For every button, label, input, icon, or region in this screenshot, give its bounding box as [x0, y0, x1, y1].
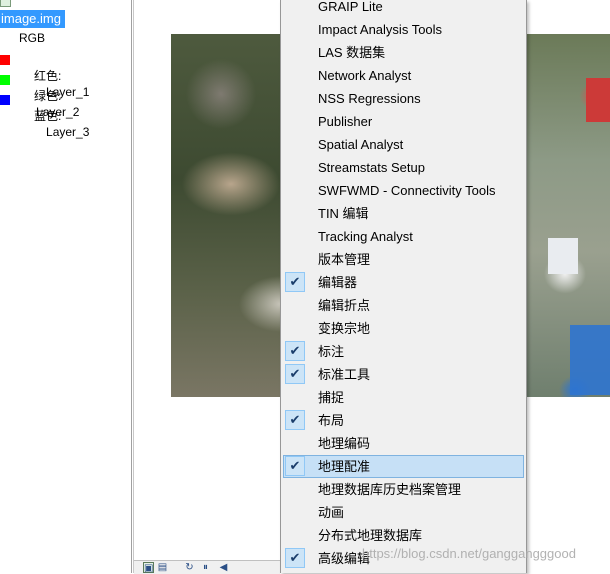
menu-item-label: SWFWMD - Connectivity Tools	[318, 183, 496, 198]
renderer-label: RGB	[19, 31, 46, 45]
checkmark-icon: ✔	[285, 456, 305, 476]
menu-item-label: GRAIP Lite	[318, 0, 383, 14]
menu-item[interactable]: 版本管理	[283, 248, 524, 271]
menu-item-label: TIN 编辑	[318, 206, 369, 221]
menu-item-label: 动画	[318, 505, 345, 520]
menu-item[interactable]: Network Analyst	[283, 64, 524, 87]
menu-item[interactable]: LAS 数据集	[283, 41, 524, 64]
menu-item-label: LAS 数据集	[318, 45, 386, 60]
menu-item-label: Spatial Analyst	[318, 137, 404, 152]
menu-item-label: 变换宗地	[318, 321, 371, 336]
menu-item[interactable]: ✔ 编辑器	[283, 271, 524, 294]
layer-name-selected[interactable]: image.img	[0, 10, 65, 28]
refresh-icon[interactable]: ↻	[184, 562, 195, 573]
checkmark-icon: ✔	[285, 548, 305, 568]
band-label: 蓝色:	[34, 109, 62, 123]
menu-item[interactable]: 地理编码	[283, 432, 524, 455]
toc-divider[interactable]	[131, 0, 132, 573]
menu-item[interactable]: ✔ 布局	[283, 409, 524, 432]
toolbars-menu: GRAIP Lite Impact Analysis Tools LAS 数据集 Ne…	[280, 0, 527, 573]
band-row-blue: 蓝色: Layer_3	[0, 92, 89, 139]
view-toolbar: ▣ ▤ ↻ ⏸ ◀	[134, 560, 280, 574]
pause-icon[interactable]: ⏸	[200, 562, 211, 573]
menu-item[interactable]: Streamstats Setup	[283, 156, 524, 179]
menu-item[interactable]: TIN 编辑	[283, 202, 524, 225]
menu-item-label: Streamstats Setup	[318, 160, 425, 175]
band-row-red: 红色: Layer_1	[0, 52, 89, 99]
menu-item-label: Impact Analysis Tools	[318, 22, 443, 37]
checkmark-icon: ✔	[285, 272, 305, 292]
checkmark-icon: ✔	[285, 341, 305, 361]
red-swatch	[0, 55, 10, 65]
white-building	[548, 238, 578, 274]
green-swatch	[0, 75, 10, 85]
checkmark-icon: ✔	[285, 410, 305, 430]
layer-visibility-checkbox[interactable]	[0, 0, 11, 7]
menu-item[interactable]: 地理数据库历史档案管理	[283, 478, 524, 501]
menu-item-label: Tracking Analyst	[318, 229, 413, 244]
menu-item-label: 捕捉	[318, 390, 345, 405]
menu-item[interactable]: 捕捉	[283, 386, 524, 409]
menu-item-label: 地理数据库历史档案管理	[318, 482, 462, 497]
menu-item[interactable]: 分布式地理数据库	[283, 524, 524, 547]
menu-item-label: NSS Regressions	[318, 91, 421, 106]
menu-item-label: Publisher	[318, 114, 373, 129]
table-of-contents: image.img RGB 红色: Layer_1 绿色: Layer_2 蓝色…	[0, 0, 131, 573]
checkmark-icon: ✔	[285, 364, 305, 384]
menu-item-label: 分布式地理数据库	[318, 528, 423, 543]
menu-item-label: 编辑折点	[318, 298, 371, 313]
watermark: https://blog.csdn.net/ganggangggood	[362, 546, 576, 561]
menu-item[interactable]: ✔ 标准工具	[283, 363, 524, 386]
menu-item-label: 地理配准	[318, 459, 371, 474]
menu-item[interactable]: Impact Analysis Tools	[283, 18, 524, 41]
menu-item-label: 地理编码	[318, 436, 371, 451]
menu-item[interactable]: Spatial Analyst	[283, 133, 524, 156]
blue-swatch	[0, 95, 10, 105]
running-track	[586, 78, 610, 122]
blue-roof-building	[570, 325, 610, 395]
menu-item-label: Network Analyst	[318, 68, 412, 83]
band-row-green: 绿色: Layer_2	[0, 72, 79, 119]
menu-item-label: 标注	[318, 344, 345, 359]
menu-item[interactable]: Publisher	[283, 110, 524, 133]
menu-item[interactable]: Tracking Analyst	[283, 225, 524, 248]
menu-item[interactable]: 动画	[283, 501, 524, 524]
data-view-icon[interactable]: ▣	[143, 562, 154, 574]
menu-item[interactable]: 变换宗地	[283, 317, 524, 340]
menu-item[interactable]: GRAIP Lite	[283, 0, 524, 18]
menu-item[interactable]: SWFWMD - Connectivity Tools	[283, 179, 524, 202]
menu-item[interactable]: ✔ 标注	[283, 340, 524, 363]
menu-item-label: 版本管理	[318, 252, 371, 267]
menu-item[interactable]: ✔ 地理配准	[283, 455, 524, 478]
menu-item[interactable]: NSS Regressions	[283, 87, 524, 110]
menu-item-label: 布局	[318, 413, 345, 428]
menu-item[interactable]: 编辑折点	[283, 294, 524, 317]
menu-item-label: 编辑器	[318, 275, 358, 290]
layout-view-icon[interactable]: ▤	[157, 562, 168, 573]
back-arrow-icon[interactable]: ◀	[218, 562, 229, 573]
band-layer: Layer_3	[46, 125, 90, 139]
menu-item-label: 标准工具	[318, 367, 371, 382]
